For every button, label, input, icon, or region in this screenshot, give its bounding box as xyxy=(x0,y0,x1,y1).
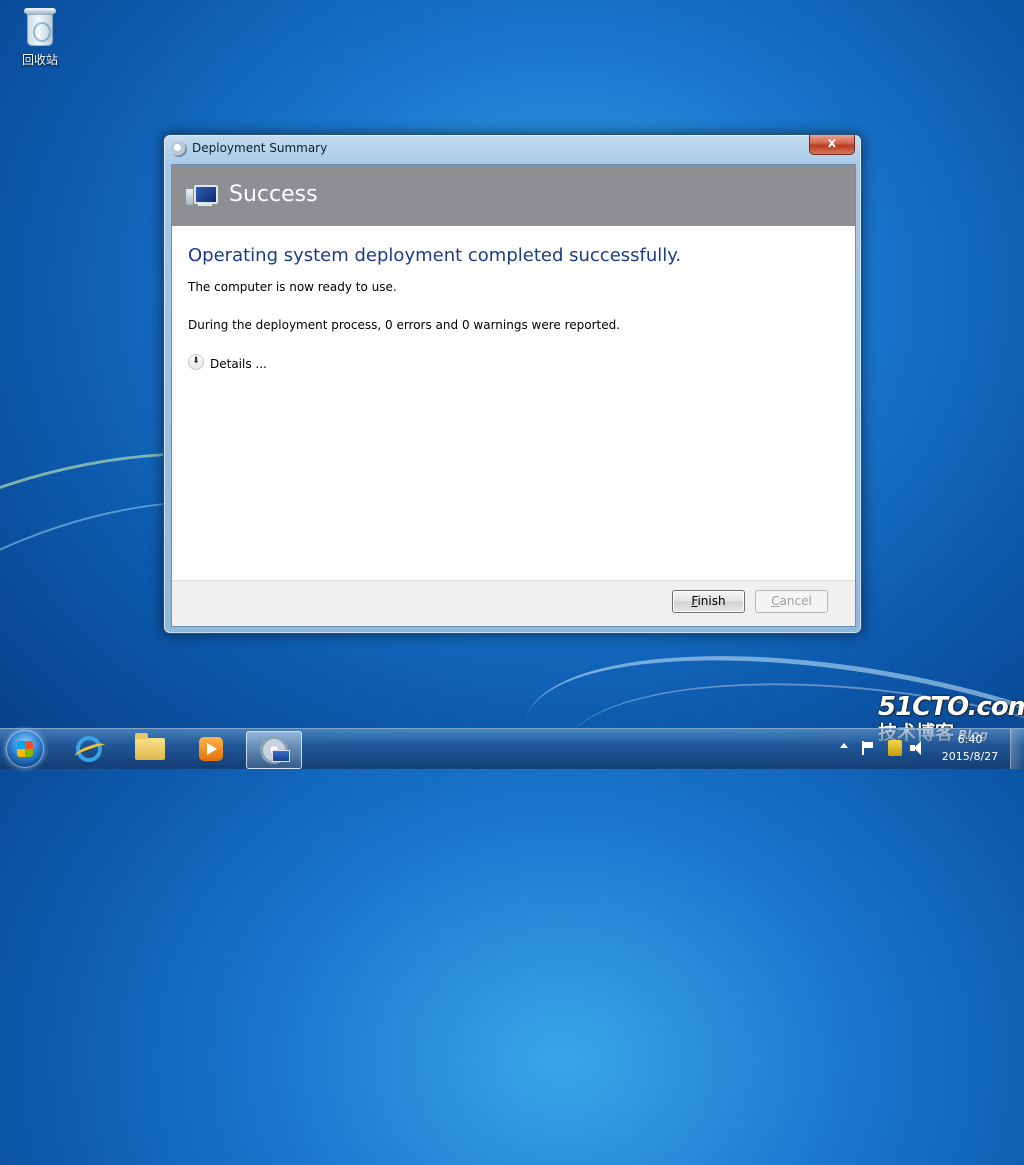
deployment-summary-window: Deployment Summary x Success Operating s… xyxy=(163,134,862,634)
details-toggle[interactable]: ⬇ Details ... xyxy=(188,354,267,372)
start-button[interactable] xyxy=(6,730,44,768)
computer-icon xyxy=(186,185,218,209)
action-center-flag-icon[interactable] xyxy=(862,741,874,755)
taskbar-item-media-player[interactable] xyxy=(184,731,238,767)
chevron-down-icon: ⬇ xyxy=(188,354,204,370)
dialog-content: Success Operating system deployment comp… xyxy=(171,164,856,627)
taskbar-item-deployment-wizard[interactable] xyxy=(246,731,302,769)
status-banner: Success xyxy=(172,165,855,226)
taskbar-item-internet-explorer[interactable] xyxy=(62,731,116,767)
finish-button[interactable]: Finish xyxy=(672,590,745,613)
wallpaper-swoosh xyxy=(550,651,1024,931)
media-player-icon xyxy=(199,737,223,761)
title-bar[interactable]: Deployment Summary x xyxy=(164,135,861,163)
cancel-button[interactable]: Cancel xyxy=(755,590,828,613)
deployment-disc-icon xyxy=(260,736,290,764)
folder-icon xyxy=(135,733,165,760)
result-headline: Operating system deployment completed su… xyxy=(188,245,682,266)
show-desktop-button[interactable] xyxy=(1010,729,1024,769)
taskbar: 6:40 2015/8/27 xyxy=(0,728,1024,769)
banner-title: Success xyxy=(229,182,318,207)
ready-message: The computer is now ready to use. xyxy=(188,280,397,294)
close-icon: x xyxy=(827,136,837,151)
internet-explorer-icon xyxy=(76,736,102,762)
volume-icon[interactable] xyxy=(910,741,924,755)
window-title: Deployment Summary xyxy=(192,141,328,155)
show-hidden-icons-arrow-icon[interactable] xyxy=(840,743,848,748)
wallpaper-swoosh xyxy=(505,610,1024,955)
desktop-icon-label: 回收站 xyxy=(21,53,58,67)
network-icon[interactable] xyxy=(888,740,902,756)
details-label: Details ... xyxy=(210,357,267,371)
close-button[interactable]: x xyxy=(809,135,855,155)
summary-message: During the deployment process, 0 errors … xyxy=(188,318,621,332)
desktop-icon-recycle-bin[interactable]: 回收站 xyxy=(14,8,66,68)
clock-date: 2015/8/27 xyxy=(941,750,999,763)
taskbar-item-windows-explorer[interactable] xyxy=(123,731,177,767)
clock-time: 6:40 xyxy=(957,733,983,746)
deployment-disc-icon xyxy=(171,141,187,157)
system-clock[interactable]: 6:40 2015/8/27 xyxy=(934,731,1006,765)
recycle-bin-icon xyxy=(24,8,56,48)
button-bar: Finish Cancel xyxy=(172,580,855,626)
watermark-logo: 51CTO.com xyxy=(878,692,1024,722)
finish-label: Finish xyxy=(691,594,726,608)
cancel-label: Cancel xyxy=(771,594,812,608)
